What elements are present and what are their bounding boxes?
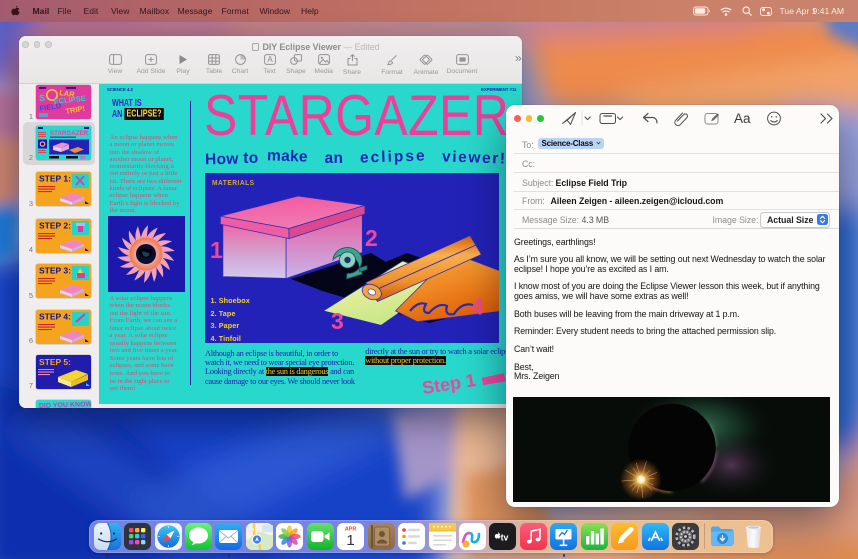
svg-text:STEP 5:: STEP 5: <box>39 357 71 367</box>
svg-text:S1: S1 <box>80 155 86 160</box>
svg-text:S: S <box>39 93 45 103</box>
svg-text:DID YOU KNOW: DID YOU KNOW <box>39 401 91 407</box>
svg-text:STARGAZER: STARGAZER <box>50 130 89 137</box>
svg-text:STEP 2:: STEP 2: <box>39 220 71 230</box>
svg-text:STEP 3:: STEP 3: <box>39 266 71 276</box>
svg-text:A: A <box>267 55 273 64</box>
svg-text:STEP 4:: STEP 4: <box>39 311 71 321</box>
svg-text:2: 2 <box>365 225 378 251</box>
svg-text:STEP 1:: STEP 1: <box>39 174 71 184</box>
svg-text:1: 1 <box>210 237 223 263</box>
svg-text:Aa: Aa <box>734 111 751 126</box>
svg-text:4: 4 <box>471 294 484 320</box>
svg-text:tv: tv <box>501 532 509 542</box>
svg-text:1: 1 <box>347 532 355 549</box>
svg-text:3: 3 <box>331 308 344 334</box>
